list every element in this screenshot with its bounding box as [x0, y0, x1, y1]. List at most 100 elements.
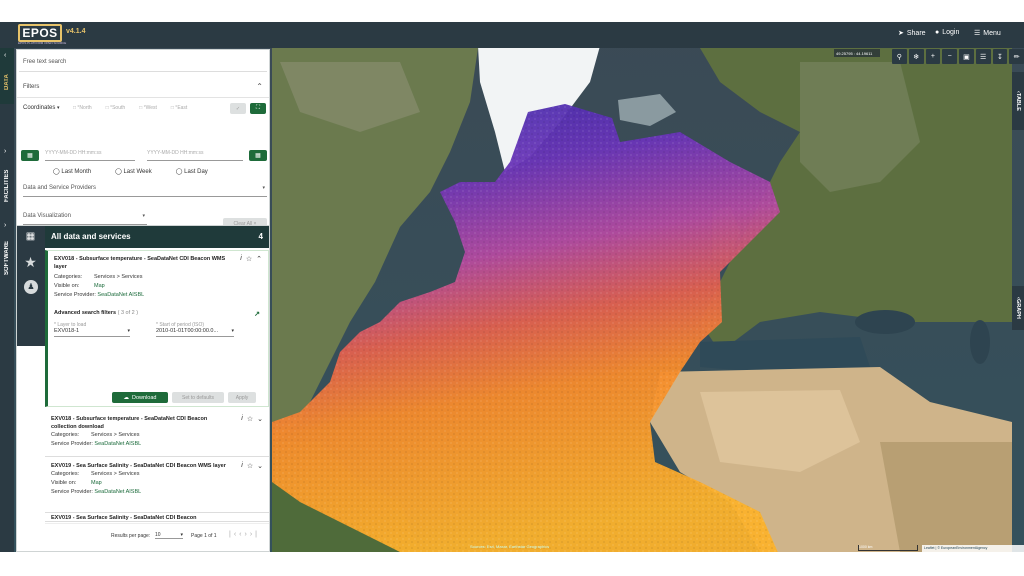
- star-outline-icon[interactable]: ☆: [247, 415, 253, 423]
- result-title[interactable]: EXV018 - Subsurface temperature - SeaDat…: [51, 415, 221, 431]
- result-title[interactable]: EXV019 - Sea Surface Salinity - SeaDataN…: [51, 514, 263, 521]
- provider-key: Service Provider:: [51, 441, 93, 447]
- chevron-right-icon[interactable]: ›: [4, 222, 6, 229]
- chevron-right-icon[interactable]: ›: [4, 148, 6, 155]
- search-panel: Free text search Filters ⌃ Coordinates ▾…: [16, 49, 270, 229]
- chevron-up-icon[interactable]: ⌃: [256, 82, 263, 91]
- start-date-input[interactable]: YYYY-MM-DD HH:mm:ss: [45, 150, 135, 161]
- start-period-select[interactable]: * Start of period (ISO) 2010-01-01T00:00…: [156, 322, 234, 337]
- chevron-down-icon[interactable]: ⌄: [257, 462, 263, 470]
- check-icon: ✓: [235, 105, 241, 112]
- providers-select[interactable]: Data and Service Providers ▾: [23, 185, 267, 197]
- provider-value[interactable]: SeaDataNet AISBL: [94, 488, 141, 497]
- caret-down-icon: ▾: [262, 185, 265, 191]
- app-window: Sources: Esri, Maxar, Earthstar Geograph…: [0, 22, 1024, 552]
- draw-bbox-button[interactable]: ⛶: [250, 103, 266, 114]
- tab-software[interactable]: SOFTWARE: [0, 232, 14, 284]
- chevron-up-icon[interactable]: ‹: [4, 52, 6, 59]
- fit-bounds-icon[interactable]: ▣: [959, 49, 974, 64]
- open-external-icon[interactable]: ↗: [254, 310, 260, 318]
- result-card[interactable]: EXV018 - Subsurface temperature - SeaDat…: [45, 411, 269, 457]
- layers-icon[interactable]: ☰: [975, 49, 991, 64]
- last-page-icon[interactable]: ›|: [250, 531, 260, 538]
- start-date-button[interactable]: ▦: [21, 150, 39, 161]
- result-title[interactable]: EXV019 - Sea Surface Salinity - SeaDataN…: [51, 462, 231, 470]
- grid-icon[interactable]: ▦: [22, 231, 39, 245]
- results-panel: ▦ ★ ♟ All data and services 4 EXV018 - S…: [16, 225, 270, 552]
- coordinates-select[interactable]: Coordinates ▾: [23, 105, 60, 111]
- info-icon[interactable]: i: [240, 255, 242, 263]
- per-page-select[interactable]: 10 ▾: [155, 532, 183, 539]
- chevron-down-icon[interactable]: ⌄: [257, 415, 263, 423]
- radio-icon: ◯: [53, 169, 60, 175]
- tab-facilities[interactable]: FACILITIES: [0, 158, 14, 214]
- radio-last-month[interactable]: ◯ Last Month: [53, 168, 91, 175]
- tab-table[interactable]: ‹ TABLE: [1012, 72, 1024, 130]
- download-button[interactable]: ☁ Download: [112, 392, 168, 403]
- user-icon: ●: [935, 29, 940, 36]
- south-field[interactable]: □ °South: [106, 105, 126, 111]
- left-tab-strip: ‹ DATA › FACILITIES › SOFTWARE: [0, 48, 14, 552]
- search-input[interactable]: Free text search: [19, 52, 267, 72]
- result-card[interactable]: EXV019 - Sea Surface Salinity - SeaDataN…: [45, 514, 269, 522]
- tab-data[interactable]: DATA: [0, 62, 14, 102]
- results-header: All data and services 4: [45, 226, 269, 248]
- result-card[interactable]: EXV018 - Subsurface temperature - SeaDat…: [45, 250, 269, 407]
- ruler-icon[interactable]: ✏: [1009, 49, 1024, 64]
- zoom-out-button[interactable]: −: [942, 49, 957, 64]
- share-button[interactable]: ➤ Share: [898, 29, 926, 38]
- star-outline-icon[interactable]: ☆: [246, 255, 252, 263]
- star-icon[interactable]: ★: [22, 254, 39, 271]
- layer-select[interactable]: * Layer to load EXV018-1 ▾: [54, 322, 130, 337]
- table-tab-label: TABLE: [1015, 92, 1021, 111]
- apply-button[interactable]: Apply: [228, 392, 256, 403]
- basemap-credit: Sources: Esri, Maxar, Earthstar Geograph…: [470, 544, 549, 549]
- results-count: 4: [258, 232, 263, 241]
- result-title[interactable]: EXV018 - Subsurface temperature - SeaDat…: [54, 255, 234, 271]
- download-icon[interactable]: ↧: [992, 49, 1008, 64]
- version-label: v4.1.4: [66, 28, 86, 35]
- card-actions: i ☆ ⌄: [241, 415, 263, 423]
- info-icon[interactable]: i: [241, 415, 243, 423]
- expand-icon: ⛶: [255, 105, 261, 111]
- end-date-button[interactable]: ▦: [249, 150, 267, 161]
- chevron-up-icon[interactable]: ⌃: [256, 255, 262, 263]
- menu-button[interactable]: ☰ Menu: [974, 29, 1001, 38]
- card-actions: i ☆ ⌃: [240, 255, 262, 263]
- north-field[interactable]: □ °North: [73, 105, 92, 111]
- zoom-in-button[interactable]: +: [925, 49, 941, 64]
- end-date-input[interactable]: YYYY-MM-DD HH:mm:ss: [147, 150, 243, 161]
- caret-down-icon: ▾: [57, 105, 60, 111]
- radio-last-week[interactable]: ◯ Last Week: [115, 168, 152, 175]
- login-label: Login: [942, 29, 960, 36]
- filters-header[interactable]: Filters ⌃: [17, 76, 269, 98]
- caret-down-icon: ▾: [127, 328, 130, 334]
- visible-value[interactable]: Map: [94, 282, 105, 291]
- categories-key: Categories:: [51, 432, 80, 438]
- visible-key: Visible on:: [54, 283, 80, 289]
- result-card[interactable]: EXV019 - Sea Surface Salinity - SeaDataN…: [45, 458, 269, 513]
- west-field[interactable]: □ °West: [139, 105, 157, 111]
- categories-value: Services > Services: [91, 432, 140, 438]
- caret-down-icon: ▾: [180, 532, 183, 538]
- visible-value[interactable]: Map: [91, 479, 102, 488]
- star-outline-icon[interactable]: ☆: [247, 462, 253, 470]
- page-info: Page 1 of 1: [191, 533, 217, 539]
- radio-last-day[interactable]: ◯ Last Day: [176, 168, 208, 175]
- first-page-icon[interactable]: |‹: [229, 531, 239, 538]
- confirm-coordinates-button[interactable]: ✓: [230, 103, 246, 114]
- east-field[interactable]: □ °East: [171, 105, 187, 111]
- info-icon[interactable]: i: [241, 462, 243, 470]
- set-defaults-button[interactable]: Set to defaults: [172, 392, 224, 403]
- share-icon: ➤: [898, 30, 904, 37]
- map-attribution[interactable]: Leaflet | © EuropeanEnvironmentAgency: [922, 545, 1024, 552]
- provider-value[interactable]: SeaDataNet AISBL: [97, 291, 144, 300]
- login-button[interactable]: ● Login: [935, 29, 959, 36]
- provider-value[interactable]: SeaDataNet AISBL: [94, 440, 141, 449]
- epos-logo[interactable]: EPOS: [18, 24, 62, 42]
- visualization-select[interactable]: Data Visualization ▾: [23, 213, 147, 225]
- snowflake-icon[interactable]: ❄: [908, 49, 924, 64]
- search-icon[interactable]: ⚲: [892, 49, 907, 64]
- tab-graph[interactable]: ‹ GRAPH: [1012, 286, 1024, 330]
- person-icon[interactable]: ♟: [24, 280, 38, 294]
